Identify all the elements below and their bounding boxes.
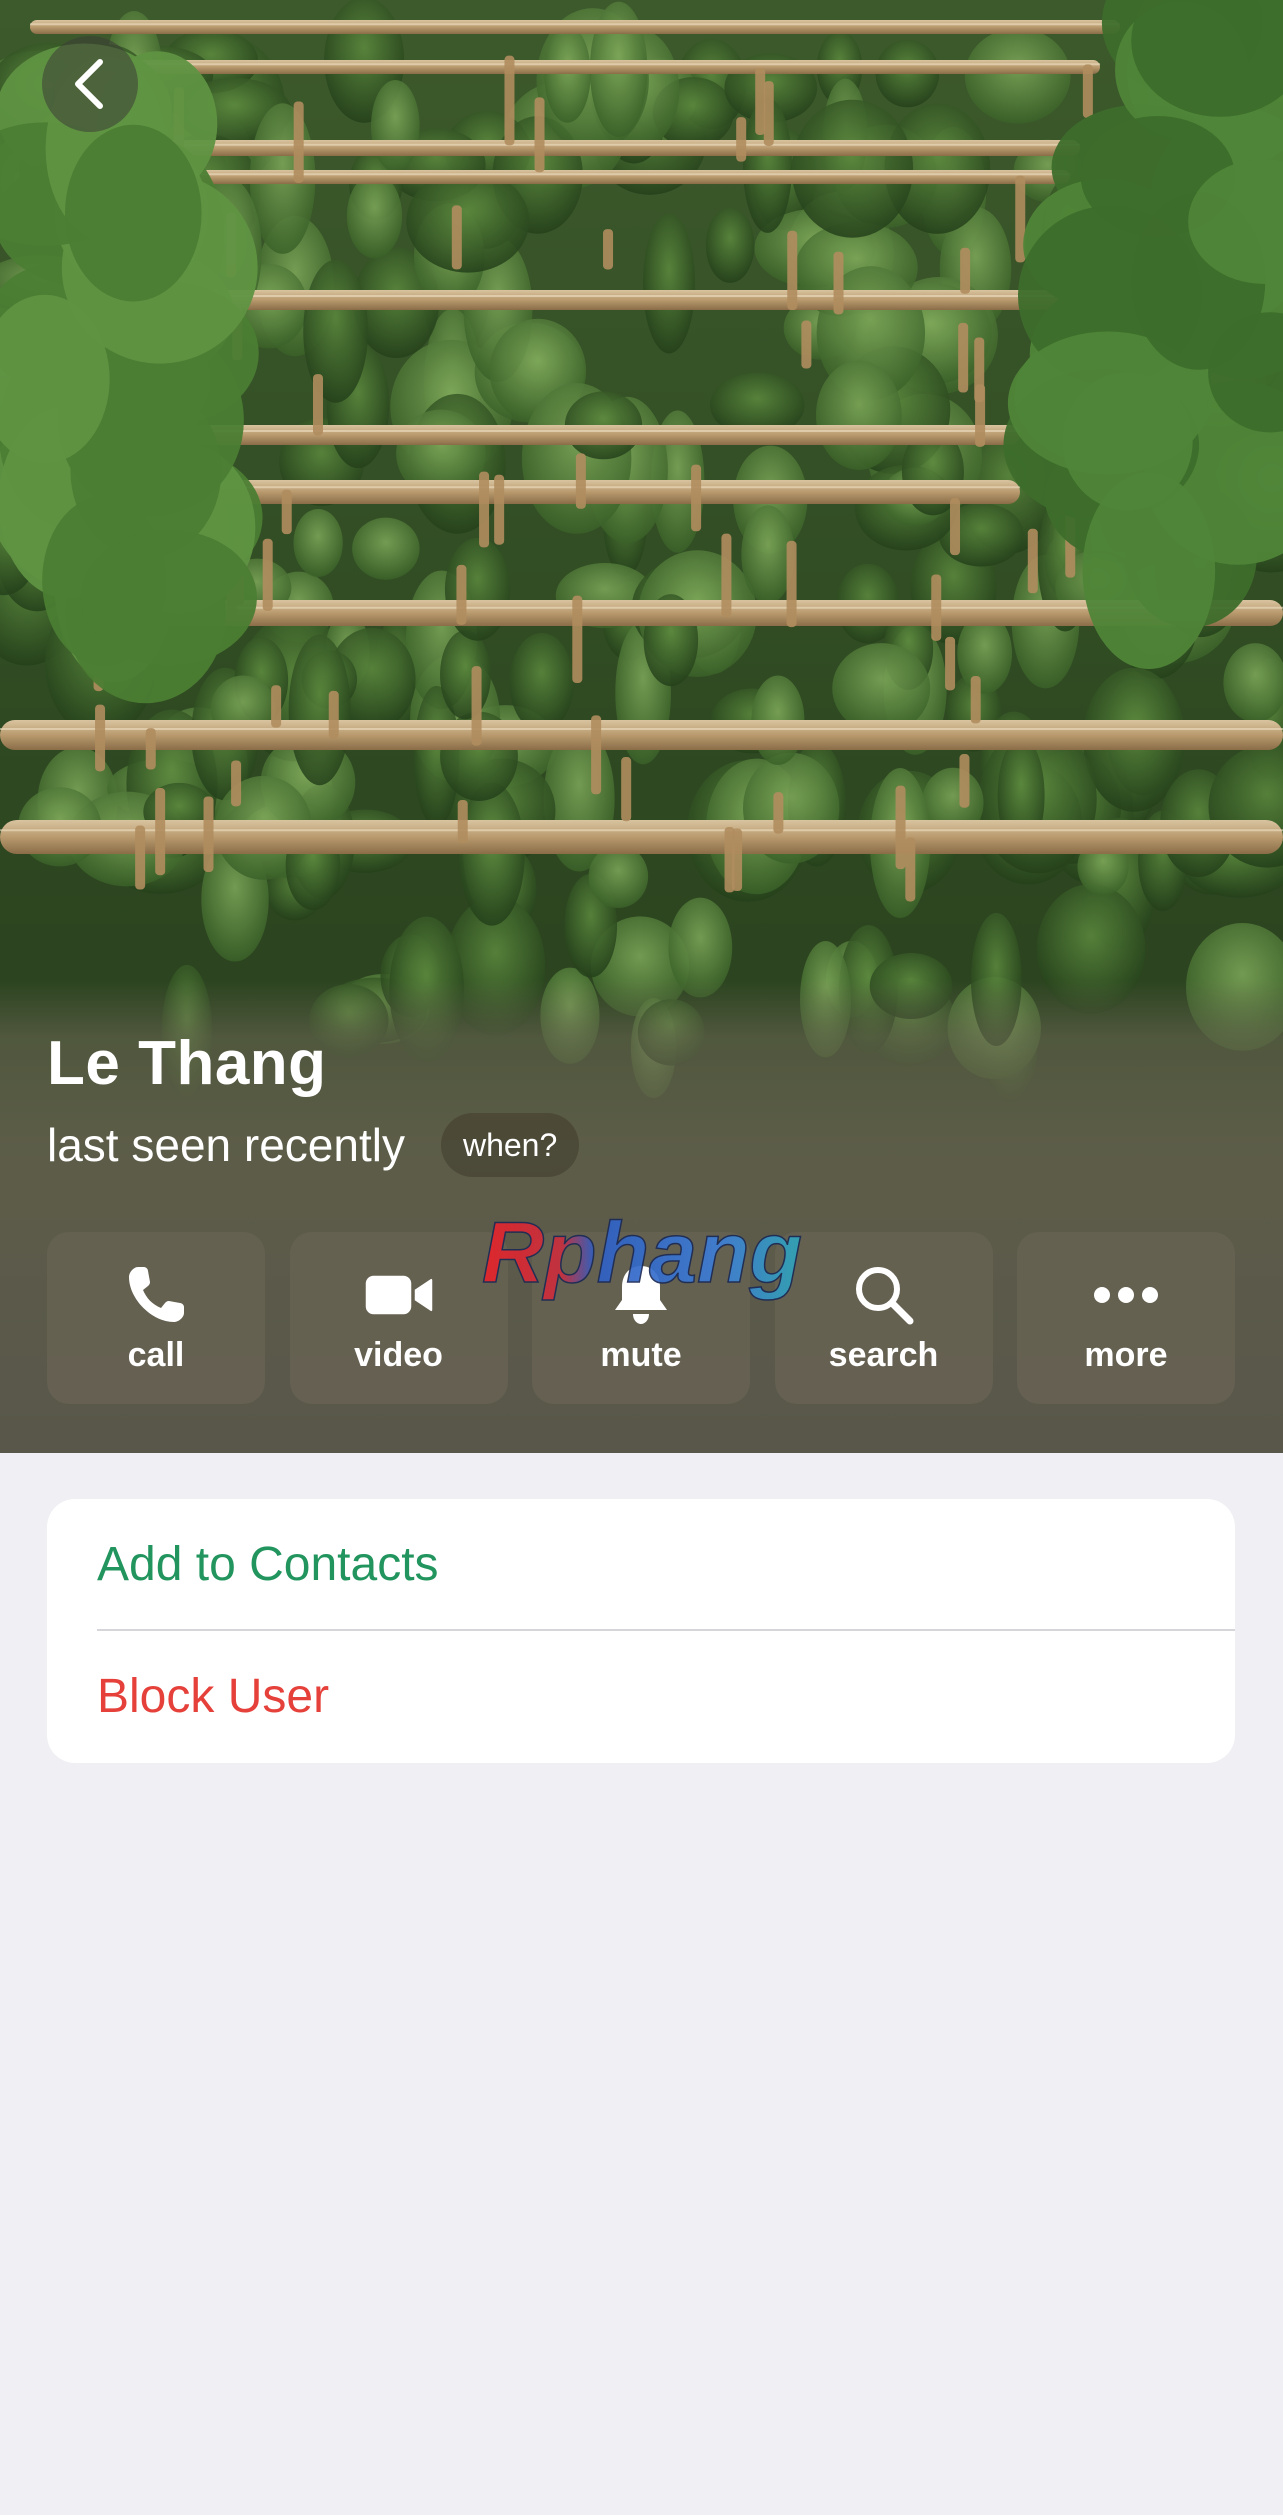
profile-name: Le Thang bbox=[47, 1029, 327, 1098]
search-label: search bbox=[828, 1336, 939, 1374]
last-seen-status: last seen recently bbox=[47, 1119, 405, 1171]
when-button[interactable]: when? bbox=[440, 1113, 580, 1177]
chevron-left-icon bbox=[75, 59, 103, 109]
call-button[interactable]: call bbox=[47, 1232, 265, 1404]
block-user-button[interactable]: Block User bbox=[97, 1631, 1235, 1761]
more-button[interactable]: more bbox=[1017, 1232, 1235, 1404]
status-row: last seen recently when? bbox=[47, 1110, 580, 1180]
mute-label: mute bbox=[600, 1336, 682, 1374]
add-to-contacts-button[interactable]: Add to Contacts bbox=[97, 1499, 1235, 1629]
back-button[interactable] bbox=[42, 36, 138, 132]
call-label: call bbox=[127, 1336, 185, 1374]
phone-icon bbox=[129, 1267, 184, 1322]
more-label: more bbox=[1084, 1336, 1168, 1374]
video-camera-icon bbox=[365, 1275, 432, 1315]
profile-screen: Le Thang last seen recently when? call v… bbox=[0, 0, 1283, 2515]
ellipsis-icon bbox=[1094, 1287, 1158, 1303]
profile-photo-header: Le Thang last seen recently when? call v… bbox=[0, 0, 1283, 1453]
contact-actions-card: Add to Contacts Block User bbox=[47, 1499, 1235, 1763]
video-button[interactable]: video bbox=[289, 1232, 508, 1404]
mute-button[interactable]: mute bbox=[532, 1232, 750, 1404]
action-buttons: call video mute search more bbox=[47, 1232, 1235, 1404]
search-button[interactable]: search bbox=[774, 1232, 993, 1404]
magnifier-icon bbox=[855, 1267, 913, 1325]
bell-icon bbox=[615, 1266, 667, 1324]
video-label: video bbox=[354, 1336, 443, 1374]
